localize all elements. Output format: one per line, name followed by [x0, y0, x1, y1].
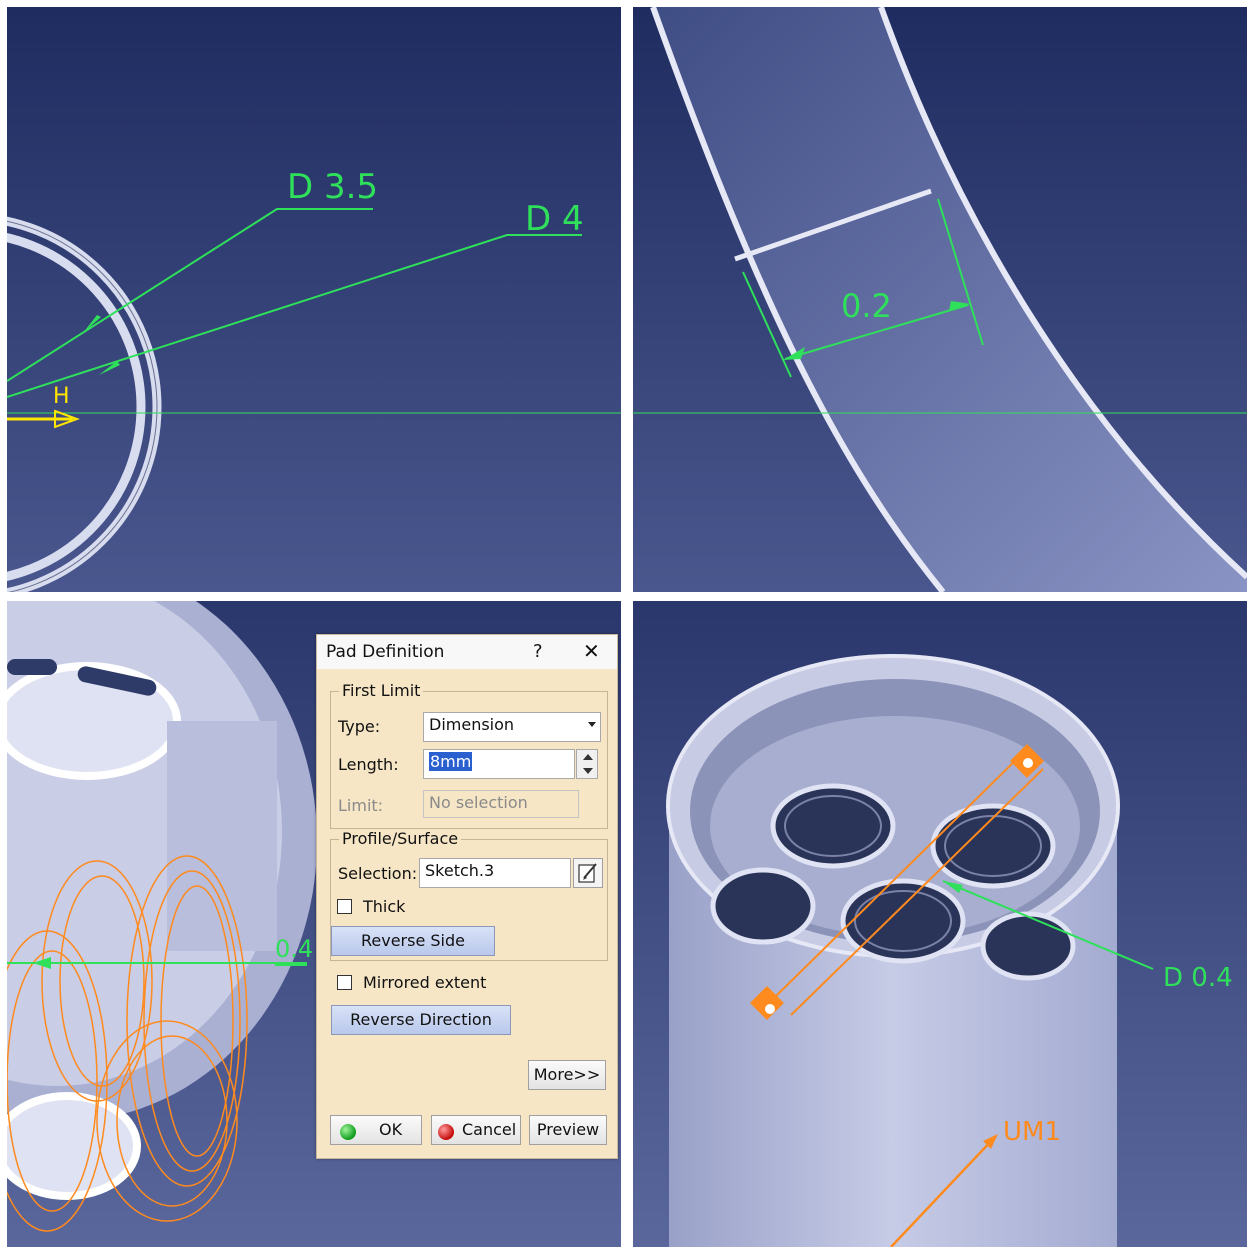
ok-status-icon	[340, 1124, 356, 1140]
dim-label-04: 0.4	[275, 935, 314, 963]
edit-sketch-glyph	[578, 863, 597, 883]
more-button[interactable]: More>>	[528, 1060, 606, 1090]
dim-label-d04: D 0.4	[1163, 963, 1233, 993]
dim-label-d35: D 3.5	[287, 167, 379, 207]
length-spinner[interactable]	[576, 749, 598, 779]
thick-checkbox[interactable]	[337, 899, 352, 914]
dropdown-arrow-icon	[588, 722, 596, 727]
reverse-side-button[interactable]: Reverse Side	[331, 926, 495, 956]
first-limit-heading: First Limit	[339, 681, 424, 700]
cancel-button[interactable]: Cancel	[431, 1115, 521, 1145]
ok-label: OK	[379, 1120, 403, 1139]
selection-label: Selection:	[338, 864, 418, 883]
reverse-direction-button[interactable]: Reverse Direction	[331, 1005, 511, 1035]
viewport-panel-thickness[interactable]: 0.2	[633, 7, 1247, 592]
cancel-label: Cancel	[462, 1120, 517, 1139]
edit-sketch-icon[interactable]	[573, 858, 603, 888]
viewport-panel-diameters[interactable]: D 3.5 D 4 H	[7, 7, 621, 592]
viewport-panel-iso[interactable]: D 0.4 UM1	[633, 601, 1247, 1247]
length-label: Length:	[338, 755, 399, 774]
dialog-title: Pad Definition	[326, 642, 445, 662]
help-icon[interactable]: ?	[533, 641, 543, 662]
length-input[interactable]: 8mm	[423, 749, 575, 779]
ok-button[interactable]: OK	[330, 1115, 422, 1145]
length-value: 8mm	[429, 752, 473, 771]
pad-definition-dialog: Pad Definition ? ✕ First Limit Type: Dim…	[316, 634, 618, 1159]
thick-label: Thick	[363, 897, 406, 916]
mirrored-extent-label: Mirrored extent	[363, 973, 487, 992]
viewport-canvas-1	[7, 7, 621, 592]
feature-label-um1: UM1	[1003, 1117, 1062, 1147]
spinner-down-icon[interactable]	[583, 768, 593, 774]
mirrored-extent-checkbox[interactable]	[337, 975, 352, 990]
viewport-canvas-2	[633, 7, 1247, 592]
limit-field: No selection	[423, 790, 579, 818]
dim-label-thickness: 0.2	[841, 287, 892, 325]
type-dropdown[interactable]: Dimension	[423, 712, 601, 742]
viewport-canvas-4	[633, 601, 1247, 1247]
profile-surface-heading: Profile/Surface	[339, 829, 462, 848]
type-value: Dimension	[429, 715, 515, 734]
spinner-up-icon[interactable]	[583, 754, 593, 760]
limit-label: Limit:	[338, 796, 384, 815]
preview-button[interactable]: Preview	[529, 1115, 607, 1145]
type-label: Type:	[338, 717, 381, 736]
cancel-status-icon	[438, 1124, 454, 1140]
dim-label-d4: D 4	[525, 199, 584, 239]
close-icon[interactable]: ✕	[583, 639, 600, 663]
axis-label-h: H	[53, 384, 70, 409]
selection-field[interactable]: Sketch.3	[419, 858, 571, 888]
